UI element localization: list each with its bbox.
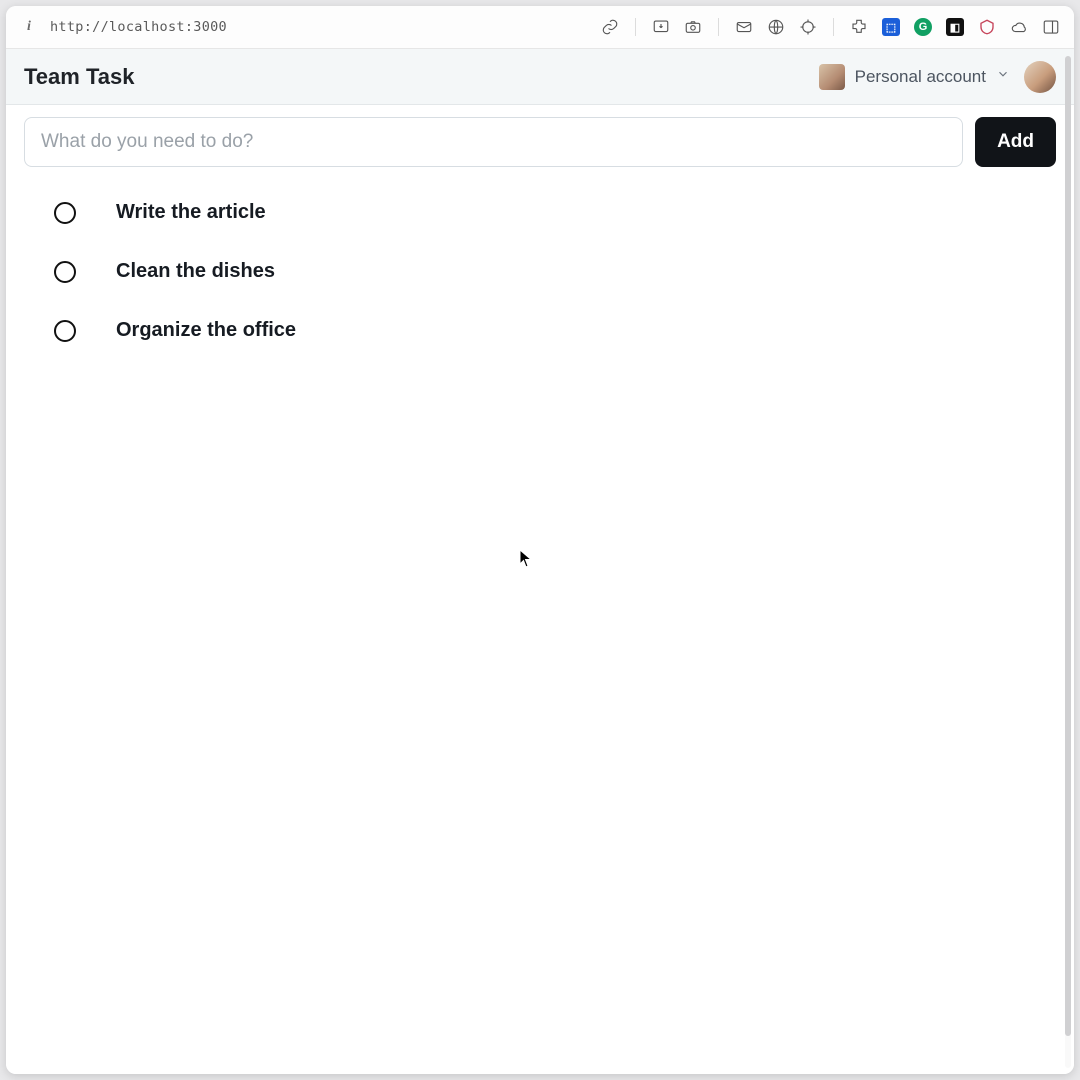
task-item: Clean the dishes xyxy=(24,242,1056,301)
task-item: Write the article xyxy=(24,183,1056,242)
account-label: Personal account xyxy=(855,67,986,87)
globe-icon[interactable] xyxy=(767,18,785,36)
task-text: Organize the office xyxy=(116,319,296,342)
add-task-row: Add xyxy=(24,117,1056,167)
task-checkbox[interactable] xyxy=(54,202,76,224)
extension-chip-blue[interactable]: ⬚ xyxy=(882,18,900,36)
app-header: Team Task Personal account xyxy=(6,49,1074,105)
screenshot-icon[interactable] xyxy=(684,18,702,36)
extension-chip-dark[interactable]: ◧ xyxy=(946,18,964,36)
toolbar-separator xyxy=(833,18,834,36)
pocket-icon[interactable] xyxy=(978,18,996,36)
scrollbar[interactable] xyxy=(1065,56,1071,1068)
extensions-icon[interactable] xyxy=(850,18,868,36)
toolbar-separator xyxy=(635,18,636,36)
extension-chip-green[interactable]: G xyxy=(914,18,932,36)
task-checkbox[interactable] xyxy=(54,320,76,342)
task-checkbox[interactable] xyxy=(54,261,76,283)
mail-icon[interactable] xyxy=(735,18,753,36)
account-switcher[interactable]: Personal account xyxy=(819,64,1010,90)
account-avatar-small xyxy=(819,64,845,90)
add-button[interactable]: Add xyxy=(975,117,1056,167)
task-text: Clean the dishes xyxy=(116,260,275,283)
main-content: Add Write the article Clean the dishes O… xyxy=(6,105,1074,1074)
task-input[interactable] xyxy=(24,117,963,167)
browser-window: i http://localhost:3000 xyxy=(6,6,1074,1074)
browser-toolbar: i http://localhost:3000 xyxy=(6,6,1074,49)
download-tray-icon[interactable] xyxy=(652,18,670,36)
toolbar-icons: ⬚ G ◧ xyxy=(601,18,1060,36)
cloud-icon[interactable] xyxy=(1010,18,1028,36)
crosshair-icon[interactable] xyxy=(799,18,817,36)
user-avatar[interactable] xyxy=(1024,61,1056,93)
task-item: Organize the office xyxy=(24,301,1056,360)
url-text[interactable]: http://localhost:3000 xyxy=(50,19,227,35)
sidebar-toggle-icon[interactable] xyxy=(1042,18,1060,36)
app-title: Team Task xyxy=(24,64,134,90)
task-text: Write the article xyxy=(116,201,266,224)
task-list: Write the article Clean the dishes Organ… xyxy=(24,183,1056,360)
site-info-icon[interactable]: i xyxy=(20,18,38,36)
toolbar-separator xyxy=(718,18,719,36)
link-icon[interactable] xyxy=(601,18,619,36)
chevron-down-icon xyxy=(996,67,1010,86)
